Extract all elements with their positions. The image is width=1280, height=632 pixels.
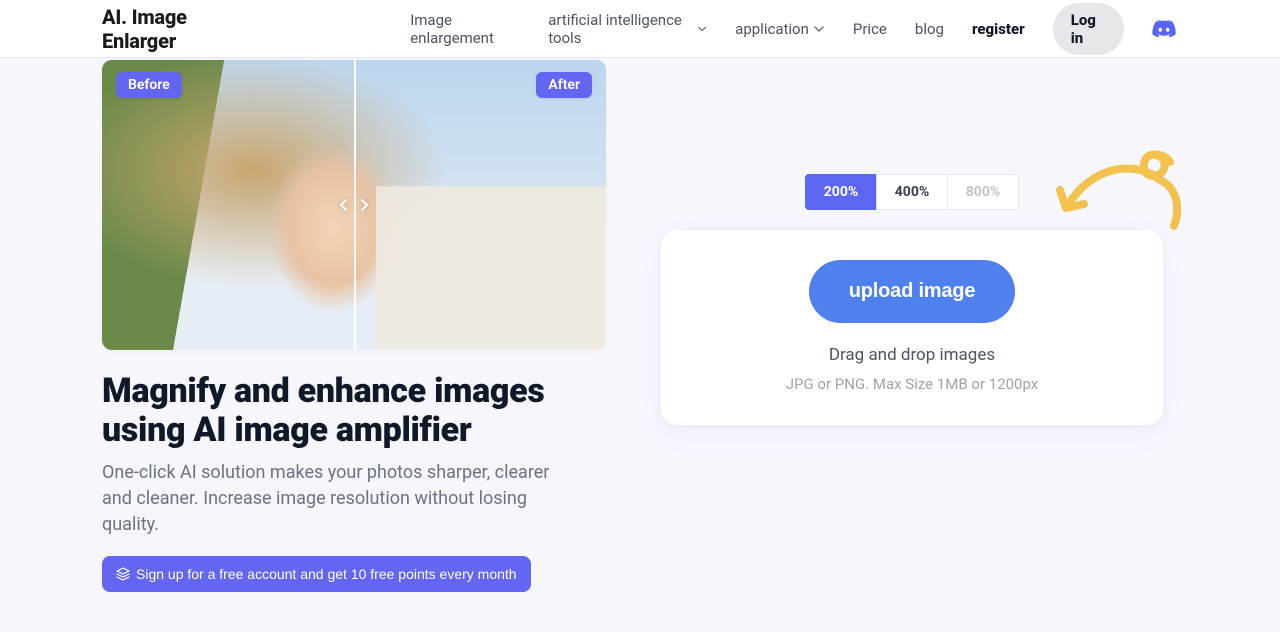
upload-button[interactable]: upload image bbox=[809, 260, 1016, 323]
topbar: AI. Image Enlarger Image enlargement art… bbox=[0, 0, 1280, 58]
signup-cta-label: Sign up for a free account and get 10 fr… bbox=[136, 566, 517, 582]
signup-cta-button[interactable]: Sign up for a free account and get 10 fr… bbox=[102, 556, 531, 592]
zoom-tab-200[interactable]: 200% bbox=[805, 174, 877, 210]
drag-drop-label: Drag and drop images bbox=[829, 345, 995, 365]
layers-icon bbox=[116, 567, 130, 581]
nav-ai-tools[interactable]: artificial intelligence tools bbox=[548, 11, 707, 47]
zoom-tab-800[interactable]: 800% bbox=[947, 174, 1019, 210]
chevron-down-icon bbox=[697, 23, 707, 35]
before-badge: Before bbox=[116, 72, 182, 98]
curly-arrow-icon bbox=[1052, 150, 1186, 242]
nav-image-enlargement[interactable]: Image enlargement bbox=[410, 11, 520, 47]
left-column: Before After Magnify and enhance images … bbox=[102, 58, 606, 592]
upload-card[interactable]: upload image Drag and drop images JPG or… bbox=[661, 230, 1163, 425]
nav-blog[interactable]: blog bbox=[915, 20, 944, 38]
nav-application[interactable]: application bbox=[735, 20, 825, 38]
discord-icon[interactable] bbox=[1152, 18, 1176, 40]
before-after-hero: Before After bbox=[102, 60, 606, 350]
main-content: Before After Magnify and enhance images … bbox=[0, 58, 1280, 592]
compare-slider-handle[interactable] bbox=[336, 193, 372, 217]
brand-logo[interactable]: AI. Image Enlarger bbox=[102, 5, 254, 53]
zoom-tab-400[interactable]: 400% bbox=[876, 174, 948, 210]
page-headline: Magnify and enhance images using AI imag… bbox=[102, 372, 606, 450]
upload-hint: JPG or PNG. Max Size 1MB or 1200px bbox=[786, 375, 1039, 393]
page-subcopy: One-click AI solution makes your photos … bbox=[102, 460, 572, 538]
main-nav: Image enlargement artificial intelligenc… bbox=[410, 3, 1176, 55]
nav-register[interactable]: register bbox=[972, 20, 1025, 38]
chevron-right-icon bbox=[360, 198, 370, 212]
after-badge: After bbox=[536, 72, 592, 98]
chevron-down-icon bbox=[813, 23, 825, 35]
nav-ai-tools-label: artificial intelligence tools bbox=[548, 11, 693, 47]
nav-price[interactable]: Price bbox=[853, 20, 887, 38]
right-column: 200% 400% 800% upload image Drag and dro… bbox=[646, 58, 1178, 592]
headline-line1: Magnify and enhance images bbox=[102, 371, 545, 411]
login-button[interactable]: Log in bbox=[1053, 3, 1124, 55]
headline-line2: using AI image amplifier bbox=[102, 410, 471, 450]
chevron-left-icon bbox=[338, 198, 348, 212]
nav-application-label: application bbox=[735, 20, 809, 38]
